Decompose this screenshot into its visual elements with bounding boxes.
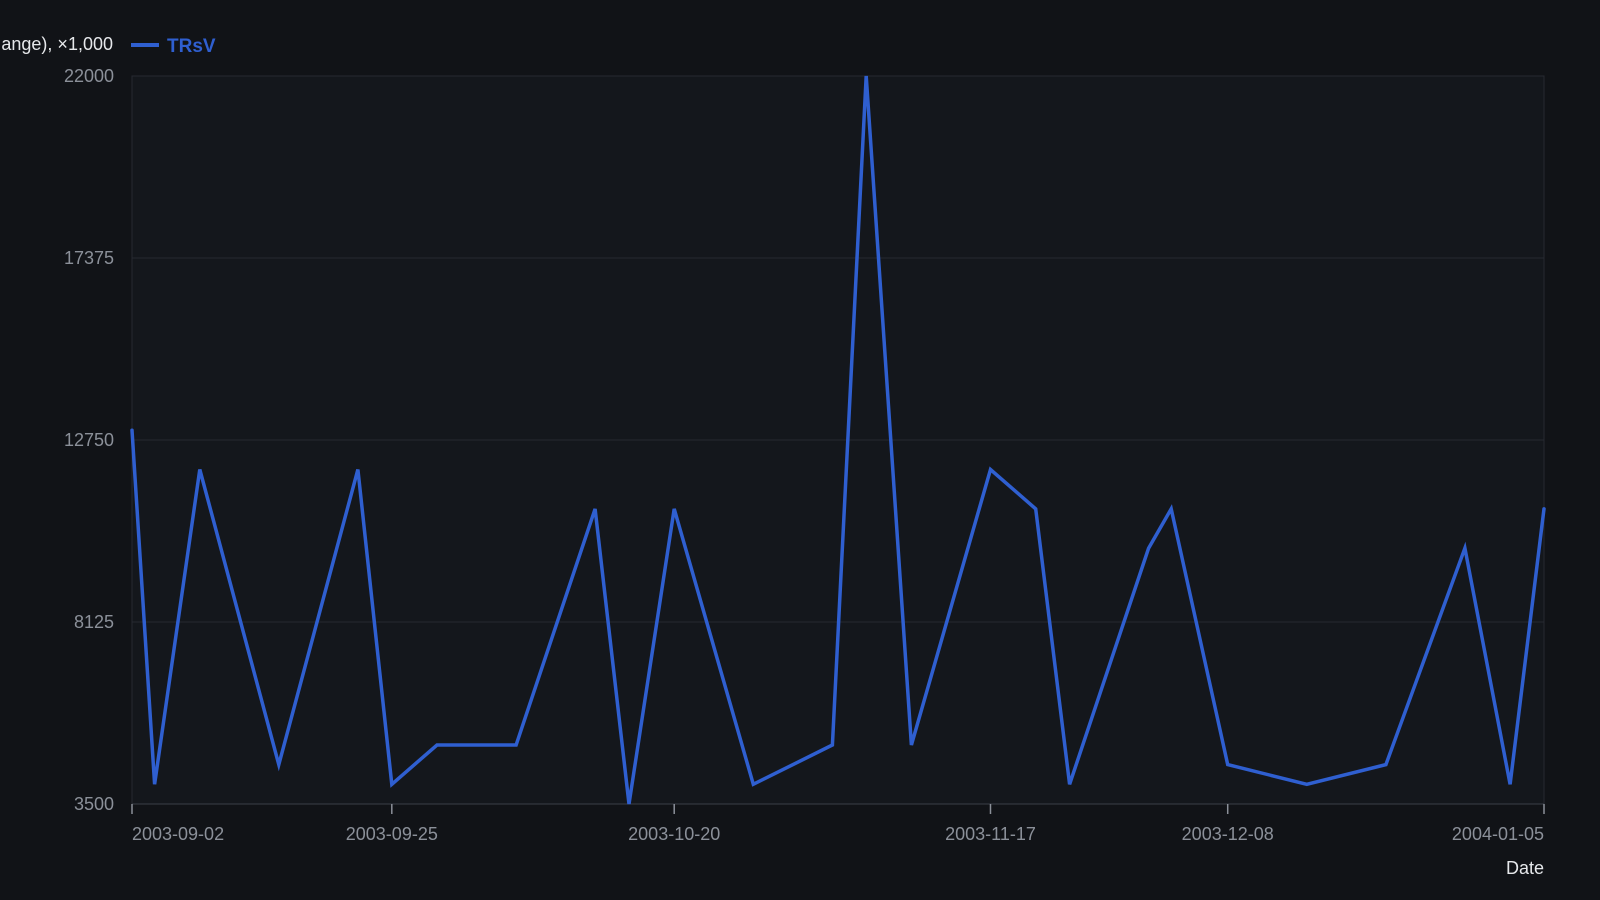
- x-axis-title: Date: [1506, 858, 1544, 878]
- x-tick-label: 2004-01-05: [1452, 824, 1544, 844]
- x-tick-label: 2003-09-25: [346, 824, 438, 844]
- legend-label-trsv: TRsV: [167, 36, 216, 57]
- y-tick-label: 17375: [64, 248, 114, 268]
- y-tick-label: 8125: [74, 612, 114, 632]
- x-tick-label: 2003-09-02: [132, 824, 224, 844]
- y-axis-title: ange), ×1,000: [1, 34, 113, 54]
- x-tick-label: 2003-10-20: [628, 824, 720, 844]
- y-tick-label: 3500: [74, 794, 114, 814]
- x-tick-label: 2003-12-08: [1182, 824, 1274, 844]
- line-chart: 3500 8125 12750 17375 22000 2003-09-02 2003-09…: [1, 34, 1546, 878]
- x-tick-label: 2003-11-17: [945, 824, 1036, 844]
- y-tick-label: 12750: [64, 430, 114, 450]
- legend[interactable]: TRsV: [131, 36, 216, 57]
- y-tick-label: 22000: [64, 66, 114, 86]
- chart-container: 3500 8125 12750 17375 22000 2003-09-02 2003-09…: [0, 0, 1600, 900]
